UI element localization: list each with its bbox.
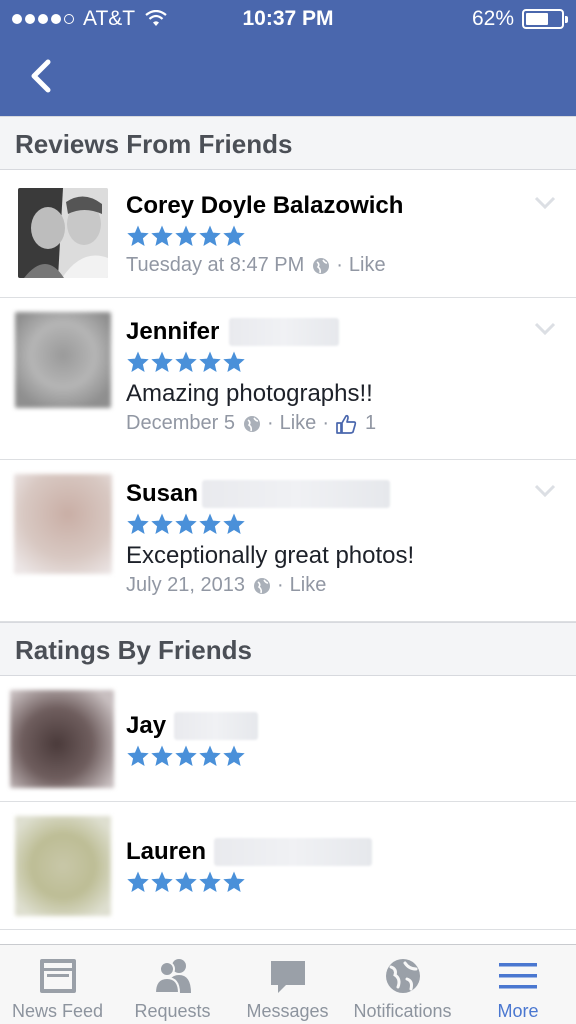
avatar[interactable] xyxy=(15,312,111,408)
reviews-section-header: Reviews From Friends xyxy=(0,116,576,170)
separator: · xyxy=(266,412,274,434)
star-icon xyxy=(223,225,245,246)
like-link[interactable]: Like xyxy=(349,254,386,277)
tab-label: Requests xyxy=(134,1001,211,1021)
battery-group: 62% xyxy=(471,7,568,31)
star-icon xyxy=(223,745,245,766)
star-icon xyxy=(151,351,173,372)
like-count: 1 xyxy=(364,412,377,434)
rating-item[interactable]: Jay xyxy=(0,676,576,802)
thumbs-up-icon xyxy=(336,414,357,434)
tab-requests[interactable]: Requests xyxy=(115,945,230,1024)
star-icon xyxy=(127,351,149,372)
avatar[interactable] xyxy=(18,188,108,278)
redacted-name xyxy=(214,838,372,866)
star-rating xyxy=(126,224,246,248)
star-icon xyxy=(223,871,245,892)
redacted-name xyxy=(229,318,339,346)
tab-label: Messages xyxy=(246,1001,329,1021)
globe-icon xyxy=(243,415,260,432)
tab-messages[interactable]: Messages xyxy=(230,945,345,1024)
star-icon xyxy=(151,513,173,534)
reviews-section-title: Reviews From Friends xyxy=(15,129,293,159)
review-meta: December 5 · Like · 1 xyxy=(126,412,376,435)
star-icon xyxy=(175,513,197,534)
star-icon xyxy=(127,225,149,246)
star-icon xyxy=(127,745,149,766)
avatar[interactable] xyxy=(10,690,114,788)
chevron-down-icon[interactable] xyxy=(534,322,556,336)
tab-label: News Feed xyxy=(11,1001,104,1021)
globe-icon xyxy=(385,959,420,993)
avatar[interactable] xyxy=(15,816,111,916)
tab-label: Notifications xyxy=(353,1001,452,1021)
star-icon xyxy=(175,351,197,372)
ratings-section-header: Ratings By Friends xyxy=(0,622,576,676)
star-icon xyxy=(199,351,221,372)
star-icon xyxy=(223,351,245,372)
avatar[interactable] xyxy=(14,474,112,574)
chevron-down-icon[interactable] xyxy=(534,196,556,210)
star-icon xyxy=(151,871,173,892)
star-icon xyxy=(223,513,245,534)
reviewer-name[interactable]: Jennifer xyxy=(126,318,219,346)
reviewer-name[interactable]: Susan xyxy=(126,480,198,508)
star-rating xyxy=(126,744,246,768)
globe-icon xyxy=(313,257,330,274)
news-feed-icon xyxy=(39,959,76,993)
reviewer-name[interactable]: Corey Doyle Balazowich xyxy=(126,192,403,220)
star-icon xyxy=(199,871,221,892)
star-icon xyxy=(175,745,197,766)
star-icon xyxy=(199,745,221,766)
star-icon xyxy=(127,871,149,892)
battery-icon xyxy=(522,9,568,29)
review-text: Amazing photographs!! xyxy=(126,380,373,407)
review-item[interactable]: Jennifer Amazing photographs!! December … xyxy=(0,298,576,460)
star-rating xyxy=(126,350,246,374)
rater-name[interactable]: Jay xyxy=(126,712,166,740)
star-icon xyxy=(175,225,197,246)
redacted-name xyxy=(202,480,390,508)
navigation-bar: AT&T 10:37 PM 62% xyxy=(0,0,576,116)
review-item[interactable]: Susan Exceptionally great photos! July 2… xyxy=(0,460,576,622)
review-date: Tuesday at 8:47 PM xyxy=(126,254,305,276)
star-icon xyxy=(175,871,197,892)
tab-notifications[interactable]: Notifications xyxy=(345,945,460,1024)
review-text: Exceptionally great photos! xyxy=(126,542,415,569)
star-icon xyxy=(127,513,149,534)
tab-news-feed[interactable]: News Feed xyxy=(0,945,115,1024)
back-button[interactable] xyxy=(24,56,60,96)
star-icon xyxy=(151,225,173,246)
review-item[interactable]: Corey Doyle Balazowich Tuesday at 8:47 P… xyxy=(0,170,576,298)
tab-more[interactable]: More xyxy=(460,945,576,1024)
review-date: December 5 xyxy=(126,412,235,434)
rating-item[interactable]: Lauren xyxy=(0,802,576,930)
rater-name[interactable]: Lauren xyxy=(126,838,206,866)
ratings-section-title: Ratings By Friends xyxy=(15,635,252,665)
globe-icon xyxy=(253,577,270,594)
like-link[interactable]: Like xyxy=(290,574,327,597)
like-link[interactable]: Like xyxy=(280,412,317,435)
tab-label: More xyxy=(497,1001,539,1021)
separator: · xyxy=(322,412,329,434)
star-icon xyxy=(151,745,173,766)
separator: · xyxy=(276,574,284,596)
battery-percent: 62% xyxy=(471,7,514,30)
chevron-down-icon[interactable] xyxy=(534,484,556,498)
status-bar: AT&T 10:37 PM 62% xyxy=(0,0,576,40)
redacted-name xyxy=(174,712,258,740)
star-icon xyxy=(199,225,221,246)
separator: · xyxy=(336,254,343,276)
review-meta: July 21, 2013 · Like xyxy=(126,574,326,597)
messages-icon xyxy=(270,961,305,993)
star-rating xyxy=(126,512,246,536)
requests-icon xyxy=(153,959,191,994)
star-icon xyxy=(199,513,221,534)
tab-bar: News Feed Requests Messages Notification… xyxy=(0,944,576,1024)
review-meta: Tuesday at 8:47 PM · Like xyxy=(126,254,386,277)
menu-icon xyxy=(499,963,537,989)
star-rating xyxy=(126,870,246,894)
review-date: July 21, 2013 xyxy=(126,574,245,596)
